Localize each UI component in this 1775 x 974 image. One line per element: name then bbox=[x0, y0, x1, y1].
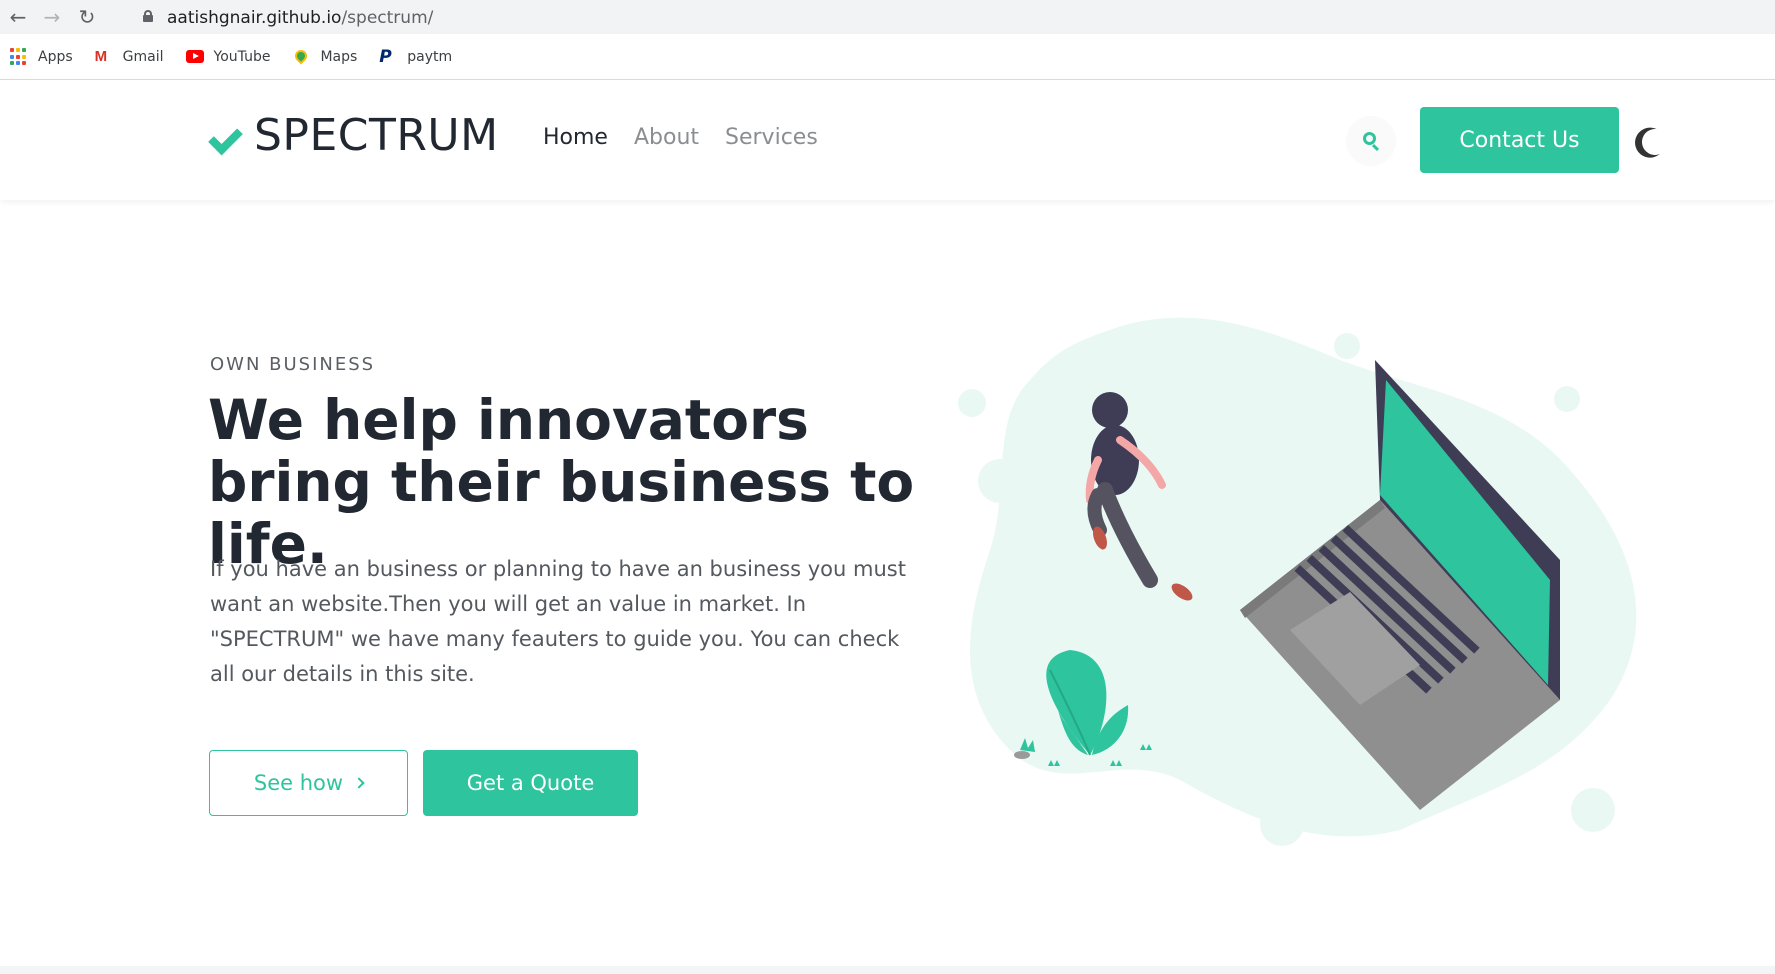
site-header: SPECTRUM Home About Services Contact Us bbox=[0, 80, 1775, 200]
see-how-button[interactable]: See how bbox=[209, 750, 408, 816]
hero-illustration bbox=[958, 317, 1637, 846]
bookmark-label: Apps bbox=[38, 49, 73, 65]
url-text[interactable]: aatishgnair.github.io/spectrum/ bbox=[167, 8, 433, 28]
bookmark-apps[interactable]: Apps bbox=[10, 48, 73, 66]
address-bar[interactable]: aatishgnair.github.io/spectrum/ bbox=[127, 2, 1775, 32]
reload-icon[interactable]: ↻ bbox=[75, 5, 99, 29]
back-icon[interactable]: ← bbox=[6, 5, 30, 29]
bookmark-paytm[interactable]: P paytm bbox=[379, 48, 452, 66]
logo-text: SPECTRUM bbox=[254, 110, 499, 161]
bookmark-label: YouTube bbox=[213, 49, 271, 65]
hero-eyebrow: OWN BUSINESS bbox=[210, 354, 376, 375]
bookmark-label: Maps bbox=[320, 49, 358, 65]
get-a-quote-button[interactable]: Get a Quote bbox=[423, 750, 638, 816]
browser-chrome: ← → ↻ aatishgnair.github.io/spectrum/ Ap… bbox=[0, 0, 1775, 80]
contact-us-button[interactable]: Contact Us bbox=[1420, 107, 1619, 173]
hero-headline: We help innovators bring their business … bbox=[208, 388, 915, 576]
bookmark-label: Gmail bbox=[122, 49, 164, 65]
browser-toolbar: ← → ↻ aatishgnair.github.io/spectrum/ bbox=[0, 0, 1775, 34]
maps-icon bbox=[292, 47, 310, 65]
lock-icon bbox=[143, 10, 153, 22]
checkmark-icon bbox=[210, 119, 246, 153]
search-button[interactable] bbox=[1346, 116, 1396, 166]
bookmarks-bar: Apps M Gmail YouTube Maps P paytm bbox=[0, 44, 464, 70]
bookmark-label: paytm bbox=[407, 49, 453, 65]
nav-about[interactable]: About bbox=[634, 125, 699, 150]
bookmark-youtube[interactable]: YouTube bbox=[185, 48, 271, 66]
main-nav: Home About Services bbox=[543, 125, 844, 150]
bookmark-gmail[interactable]: M Gmail bbox=[95, 48, 164, 66]
apps-grid-icon bbox=[10, 48, 28, 66]
page-bottom-strip bbox=[0, 966, 1775, 974]
paytm-icon: P bbox=[379, 47, 392, 67]
nav-home[interactable]: Home bbox=[543, 125, 608, 150]
forward-icon[interactable]: → bbox=[40, 5, 64, 29]
bookmark-maps[interactable]: Maps bbox=[292, 47, 358, 66]
youtube-icon bbox=[185, 50, 204, 63]
nav-services[interactable]: Services bbox=[725, 125, 818, 150]
site-logo[interactable]: SPECTRUM bbox=[210, 110, 499, 161]
chevron-right-icon bbox=[353, 777, 365, 789]
gmail-icon: M bbox=[94, 48, 108, 65]
dark-mode-toggle-icon[interactable] bbox=[1637, 124, 1673, 160]
hero-description: If you have an business or planning to h… bbox=[210, 557, 906, 686]
see-how-label: See how bbox=[253, 771, 344, 795]
